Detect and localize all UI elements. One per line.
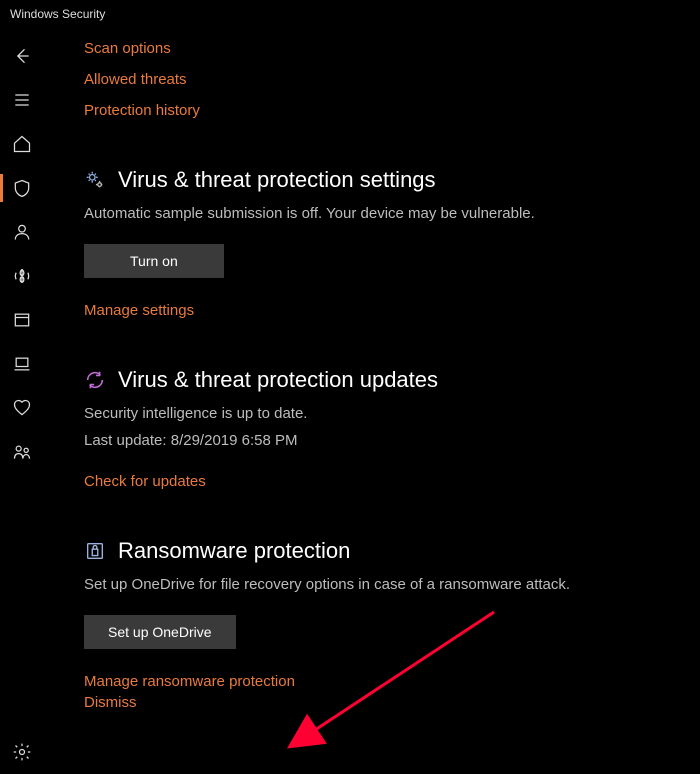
protection-history-link[interactable]: Protection history: [84, 102, 700, 119]
manage-ransomware-link[interactable]: Manage ransomware protection: [84, 673, 700, 690]
window-title: Windows Security: [0, 0, 700, 28]
arrow-left-icon: [12, 46, 32, 66]
nav-device-performance[interactable]: [0, 386, 44, 430]
turn-on-button[interactable]: Turn on: [84, 244, 224, 278]
settings-title: Virus & threat protection settings: [118, 167, 436, 193]
nav-home[interactable]: [0, 122, 44, 166]
family-icon: [12, 442, 32, 462]
menu-button[interactable]: [0, 78, 44, 122]
nav-firewall[interactable]: [0, 254, 44, 298]
updates-section: Virus & threat protection updates Securi…: [84, 367, 700, 490]
updates-title: Virus & threat protection updates: [118, 367, 438, 393]
network-icon: [12, 266, 32, 286]
check-updates-link[interactable]: Check for updates: [84, 473, 700, 490]
ransomware-title: Ransomware protection: [118, 538, 350, 564]
ransomware-description: Set up OneDrive for file recovery option…: [84, 574, 700, 595]
ransomware-icon: [84, 540, 106, 562]
manage-settings-link[interactable]: Manage settings: [84, 302, 700, 319]
nav-settings[interactable]: [0, 730, 44, 774]
settings-gear-icon: [84, 169, 106, 191]
gear-icon: [12, 742, 32, 762]
hamburger-icon: [12, 90, 32, 110]
heart-icon: [12, 398, 32, 418]
nav-family[interactable]: [0, 430, 44, 474]
refresh-icon: [84, 369, 106, 391]
shield-icon: [12, 178, 32, 198]
sidebar: [0, 28, 44, 774]
ransomware-section: Ransomware protection Set up OneDrive fo…: [84, 538, 700, 711]
nav-account[interactable]: [0, 210, 44, 254]
home-icon: [12, 134, 32, 154]
scan-options-link[interactable]: Scan options: [84, 40, 700, 57]
main-content: Scan options Allowed threats Protection …: [44, 28, 700, 774]
allowed-threats-link[interactable]: Allowed threats: [84, 71, 700, 88]
back-button[interactable]: [0, 34, 44, 78]
setup-onedrive-button[interactable]: Set up OneDrive: [84, 615, 236, 649]
person-icon: [12, 222, 32, 242]
settings-section: Virus & threat protection settings Autom…: [84, 167, 700, 319]
laptop-icon: [12, 354, 32, 374]
settings-description: Automatic sample submission is off. Your…: [84, 203, 700, 224]
updates-last-update: Last update: 8/29/2019 6:58 PM: [84, 432, 700, 449]
nav-device-security[interactable]: [0, 342, 44, 386]
nav-virus-threat[interactable]: [0, 166, 44, 210]
dismiss-link[interactable]: Dismiss: [84, 694, 700, 711]
updates-status: Security intelligence is up to date.: [84, 403, 700, 424]
app-browser-icon: [12, 310, 32, 330]
nav-app-browser[interactable]: [0, 298, 44, 342]
